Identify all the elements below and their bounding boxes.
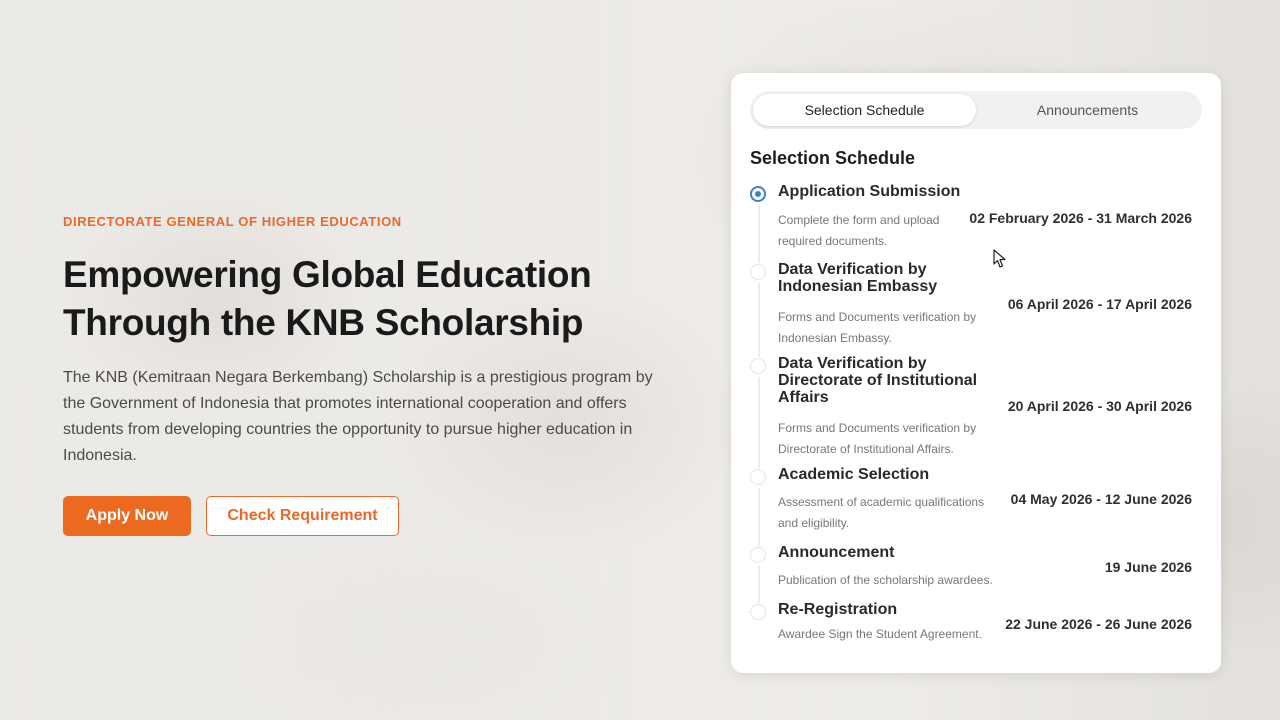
mouse-cursor-icon [993,249,1006,268]
timeline-item-desc: Forms and Documents verification by Dire… [778,421,977,456]
hero-headline: Empowering Global Education Through the … [63,251,683,347]
timeline-item-desc: Publication of the scholarship awardees. [778,573,993,587]
timeline-item-date: 20 April 2026 - 30 April 2026 [1007,398,1192,414]
timeline-item-title: Re-Registration [778,601,898,618]
timeline-item-title: Data Verification by Indonesian Embassy [778,261,938,295]
timeline-item-desc: Awardee Sign the Student Agreement. [778,627,982,641]
timeline-connector [758,488,760,546]
timeline-item: Data Verification by Indonesian Embassy … [750,261,1202,357]
radio-dot-icon [750,264,766,280]
radio-dot-icon [750,469,766,485]
panel-title: Selection Schedule [750,148,916,168]
radio-dot-icon [750,186,766,202]
timeline-item-desc: Forms and Documents verification by Indo… [778,310,977,345]
timeline-item: Academic Selection Assessment of academi… [750,466,1202,546]
radio-dot-icon [750,604,766,620]
eyebrow-text: DIRECTORATE GENERAL OF HIGHER EDUCATION [63,214,402,229]
timeline-item-desc: Assessment of academic qualifications an… [778,495,985,530]
hero-description: The KNB (Kemitraan Negara Berkembang) Sc… [63,369,653,464]
timeline-item-desc: Complete the form and upload required do… [778,213,940,248]
timeline-item: Application Submission Complete the form… [750,183,1202,263]
timeline-item-date: 22 June 2026 - 26 June 2026 [1005,616,1192,632]
radio-dot-icon [750,547,766,563]
timeline-item-title: Announcement [778,544,895,561]
tab-selection-schedule[interactable]: Selection Schedule [753,94,976,126]
headline-line-2: Through the KNB Scholarship [63,302,584,343]
timeline-item: Announcement Publication of the scholars… [750,544,1202,603]
timeline-item-title: Data Verification by Directorate of Inst… [778,355,978,406]
timeline-connector [758,205,760,263]
timeline-item-date: 06 April 2026 - 17 April 2026 [1007,296,1192,312]
timeline-connector [758,566,760,603]
hero-section: DIRECTORATE GENERAL OF HIGHER EDUCATION … [63,214,683,536]
timeline-item-date: 19 June 2026 [1104,559,1192,575]
timeline-item: Data Verification by Directorate of Inst… [750,355,1202,468]
headline-line-1: Empowering Global Education [63,254,592,295]
timeline-connector [758,377,760,468]
timeline-item-title: Academic Selection [778,466,930,483]
timeline-item: Re-Registration Awardee Sign the Student… [750,601,1202,645]
panel-tabs: Selection Schedule Announcements [750,91,1202,129]
tab-announcements[interactable]: Announcements [976,94,1199,126]
timeline-connector [758,283,760,357]
apply-now-button[interactable]: Apply Now [63,496,191,536]
schedule-timeline: Application Submission Complete the form… [750,183,1202,645]
check-requirement-button[interactable]: Check Requirement [206,496,399,536]
timeline-item-date: 04 May 2026 - 12 June 2026 [1010,491,1192,507]
schedule-panel: Selection Schedule Announcements Selecti… [731,73,1221,673]
timeline-item-title: Application Submission [778,183,961,200]
hero-actions: Apply Now Check Requirement [63,496,683,536]
radio-dot-icon [750,358,766,374]
timeline-item-date: 02 February 2026 - 31 March 2026 [969,210,1192,226]
